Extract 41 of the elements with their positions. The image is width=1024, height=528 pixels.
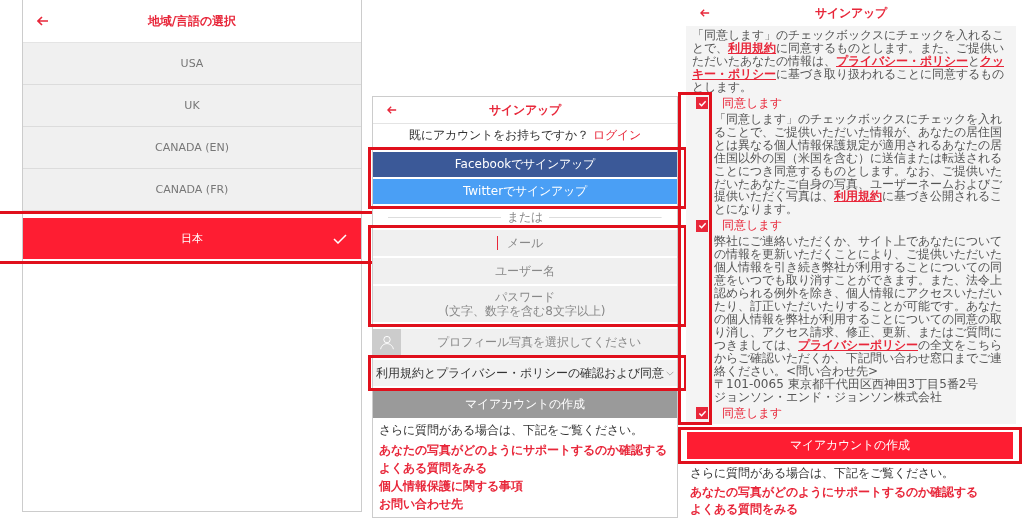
consent-accordion[interactable]: 利用規約とプライバシー・ポリシーの確認および同意 (373, 360, 677, 386)
login-link[interactable]: ログイン (593, 128, 641, 142)
region-option[interactable]: UK (23, 85, 361, 127)
checkbox[interactable] (696, 219, 708, 232)
help-link[interactable]: よくある質問をみる (379, 460, 487, 477)
check-icon (333, 233, 347, 244)
help-link[interactable]: あなたの写真がどのようにサポートするのか確認する (379, 442, 667, 459)
login-prompt: 既にアカウントをお持ちですか？ (409, 128, 589, 142)
back-arrow-icon[interactable] (387, 105, 397, 115)
region-option[interactable]: USA (23, 43, 361, 85)
input-field[interactable]: パスワード (文字、数字を含む8文字以上) (373, 286, 677, 322)
region-option[interactable]: CANADA (FR) (23, 169, 361, 211)
checkbox[interactable] (696, 407, 708, 420)
checkbox-label: 同意します (722, 217, 782, 235)
input-field[interactable]: メール (373, 230, 677, 256)
screen-title: 地域/言語の選択 (147, 12, 237, 30)
checkbox-label: 同意します (722, 94, 782, 112)
chevron-icon (666, 369, 674, 377)
checkbox-label: 同意します (722, 404, 782, 422)
region-option[interactable]: CANADA (EN) (23, 127, 361, 169)
address-line: ジョンソン・エンド・ジョンソン株式会社 (713, 390, 943, 404)
input-field[interactable]: ユーザー名 (373, 258, 677, 284)
create-account-button[interactable]: マイアカウントの作成 (687, 431, 1013, 459)
help-link[interactable]: あなたの写真がどのようにサポートするのか確認する (690, 483, 978, 501)
profile-photo-picker[interactable]: プロフィール写真を選択してください (373, 329, 677, 355)
back-arrow-icon[interactable] (37, 16, 49, 26)
address-line: 〒101-0065 東京都千代田区西神田3丁目5番2号 (713, 377, 980, 391)
back-arrow-icon[interactable] (700, 8, 710, 18)
consent-text: 「同意します」のチェックボックスにチェックを入れることで、ご提供いただいた情報が、あなたの居住国とは異なる個人情報保護規定が適用されるあなたの居住国以外の国（米国を含む）に送信または転送されることにつき同意するものとします。なお、ご提供いただいたあなたご自身の写真、ユーザーネームおよびご提供いただく写真は、利用規約に基づき公開されることになります。 (713, 112, 1003, 217)
region-option[interactable]: 日本 (23, 218, 361, 259)
checkbox[interactable] (696, 97, 708, 110)
help-link[interactable]: 個人情報保護に関する事項 (379, 478, 523, 495)
screen-title: サインアップ (815, 4, 887, 22)
social-signup-button[interactable]: Facebookでサインアップ (373, 152, 677, 177)
consent-text: 弊社にご連絡いただくか、サイト上であなたについての情報を更新いただくことにより、ご提供いただいた個人情報を引き続き弊社が利用することについての同意をいつでも取り消すことができます。また、法令上認められる例外を除き、個人情報にアクセスいただいたり、訂正いただいたりすることが可能です。あなたの個人情報を弊社が利用することについての同意の取り消し、アクセス請求、修正、更新、またはご質問につきましては、プライバシーポリシーの全文をこちらからご確認いただくか、下記問い合わせ窓口までご連絡ください。<問い合わせ先> (713, 235, 1003, 378)
help-link[interactable]: お問い合わせ先 (379, 496, 463, 513)
screen-title: サインアップ (489, 101, 561, 119)
social-signup-button[interactable]: Twitterでサインアップ (373, 179, 677, 204)
help-text: さらに質問がある場合は、下記をご覧ください。 (690, 464, 955, 482)
help-link[interactable]: よくある質問をみる (690, 500, 798, 518)
help-text: さらに質問がある場合は、下記をご覧ください。 (379, 422, 644, 439)
